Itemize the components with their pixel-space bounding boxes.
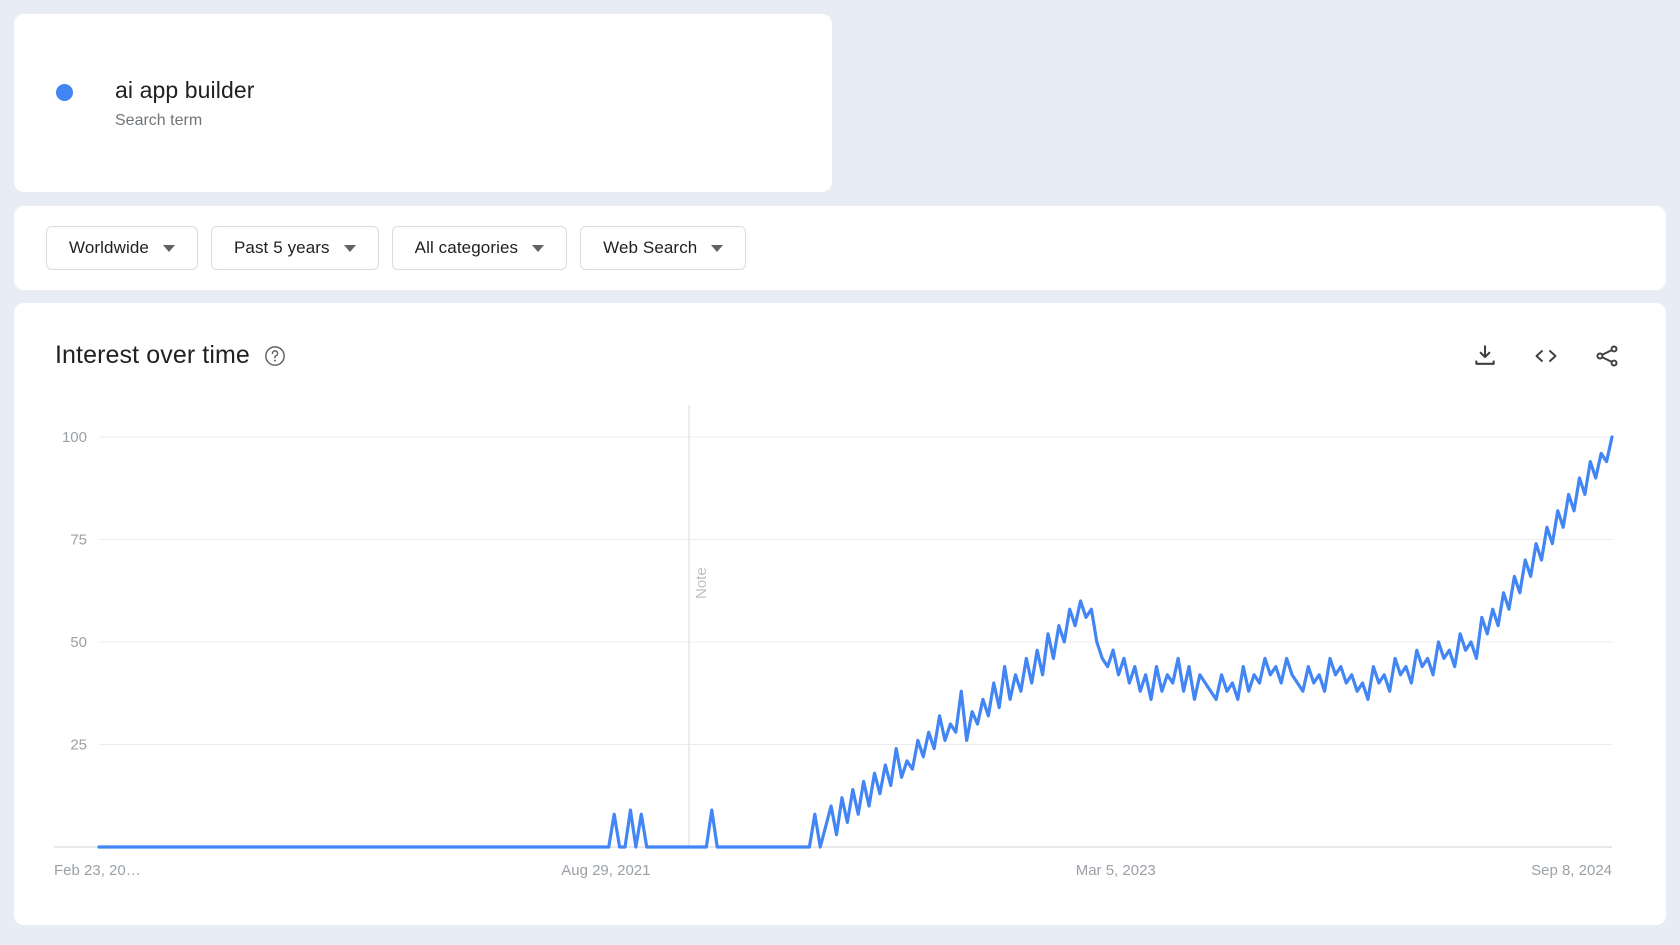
chart-header: Interest over time [14, 303, 1666, 399]
filter-bar: Worldwide Past 5 years All categories We… [14, 206, 1666, 290]
interest-over-time-card: Interest over time [14, 303, 1666, 925]
search-term-type: Search term [115, 110, 255, 132]
filter-time-range[interactable]: Past 5 years [211, 226, 379, 270]
search-term-texts: ai app builder Search term [115, 76, 255, 132]
chart-plot-area[interactable]: 100 75 50 25 Note Feb 23, 20… Aug 29, 2021 Mar … [14, 399, 1666, 919]
x-axis-tick: Sep 8, 2024 [1531, 862, 1612, 879]
trends-page: ai app builder Search term Worldwide Pas… [0, 0, 1680, 945]
search-term-name: ai app builder [115, 76, 255, 104]
chart-title-wrap: Interest over time [55, 341, 286, 370]
filter-search-type-label: Web Search [603, 238, 697, 258]
filter-search-type[interactable]: Web Search [580, 226, 746, 270]
chevron-down-icon [163, 245, 175, 252]
search-term-row[interactable]: ai app builder Search term [14, 14, 832, 132]
embed-code-icon[interactable] [1532, 343, 1560, 369]
page-title: Interest over time [55, 341, 250, 370]
chevron-down-icon [532, 245, 544, 252]
x-axis-tick: Aug 29, 2021 [561, 862, 650, 879]
chart-actions [1472, 343, 1620, 369]
filter-category-label: All categories [415, 238, 518, 258]
y-axis-tick: 25 [70, 737, 87, 754]
filter-location-label: Worldwide [69, 238, 149, 258]
share-icon[interactable] [1594, 343, 1620, 369]
search-term-card: ai app builder Search term [14, 14, 832, 192]
x-axis-tick: Feb 23, 20… [54, 862, 141, 879]
download-icon[interactable] [1472, 343, 1498, 369]
y-axis-tick: 75 [70, 532, 87, 549]
filter-time-range-label: Past 5 years [234, 238, 330, 258]
filter-list: Worldwide Past 5 years All categories We… [14, 206, 1666, 270]
chevron-down-icon [344, 245, 356, 252]
filter-category[interactable]: All categories [392, 226, 567, 270]
series-color-dot [56, 84, 73, 101]
y-axis-tick: 50 [70, 634, 87, 651]
x-axis-tick: Mar 5, 2023 [1076, 862, 1156, 879]
y-axis-tick: 100 [62, 429, 87, 446]
filter-location[interactable]: Worldwide [46, 226, 198, 270]
chevron-down-icon [711, 245, 723, 252]
interest-over-time-chart[interactable]: 100 75 50 25 Note Feb 23, 20… Aug 29, 2021 Mar … [14, 399, 1666, 919]
note-label[interactable]: Note [693, 567, 710, 599]
help-circle-icon[interactable] [264, 345, 286, 367]
